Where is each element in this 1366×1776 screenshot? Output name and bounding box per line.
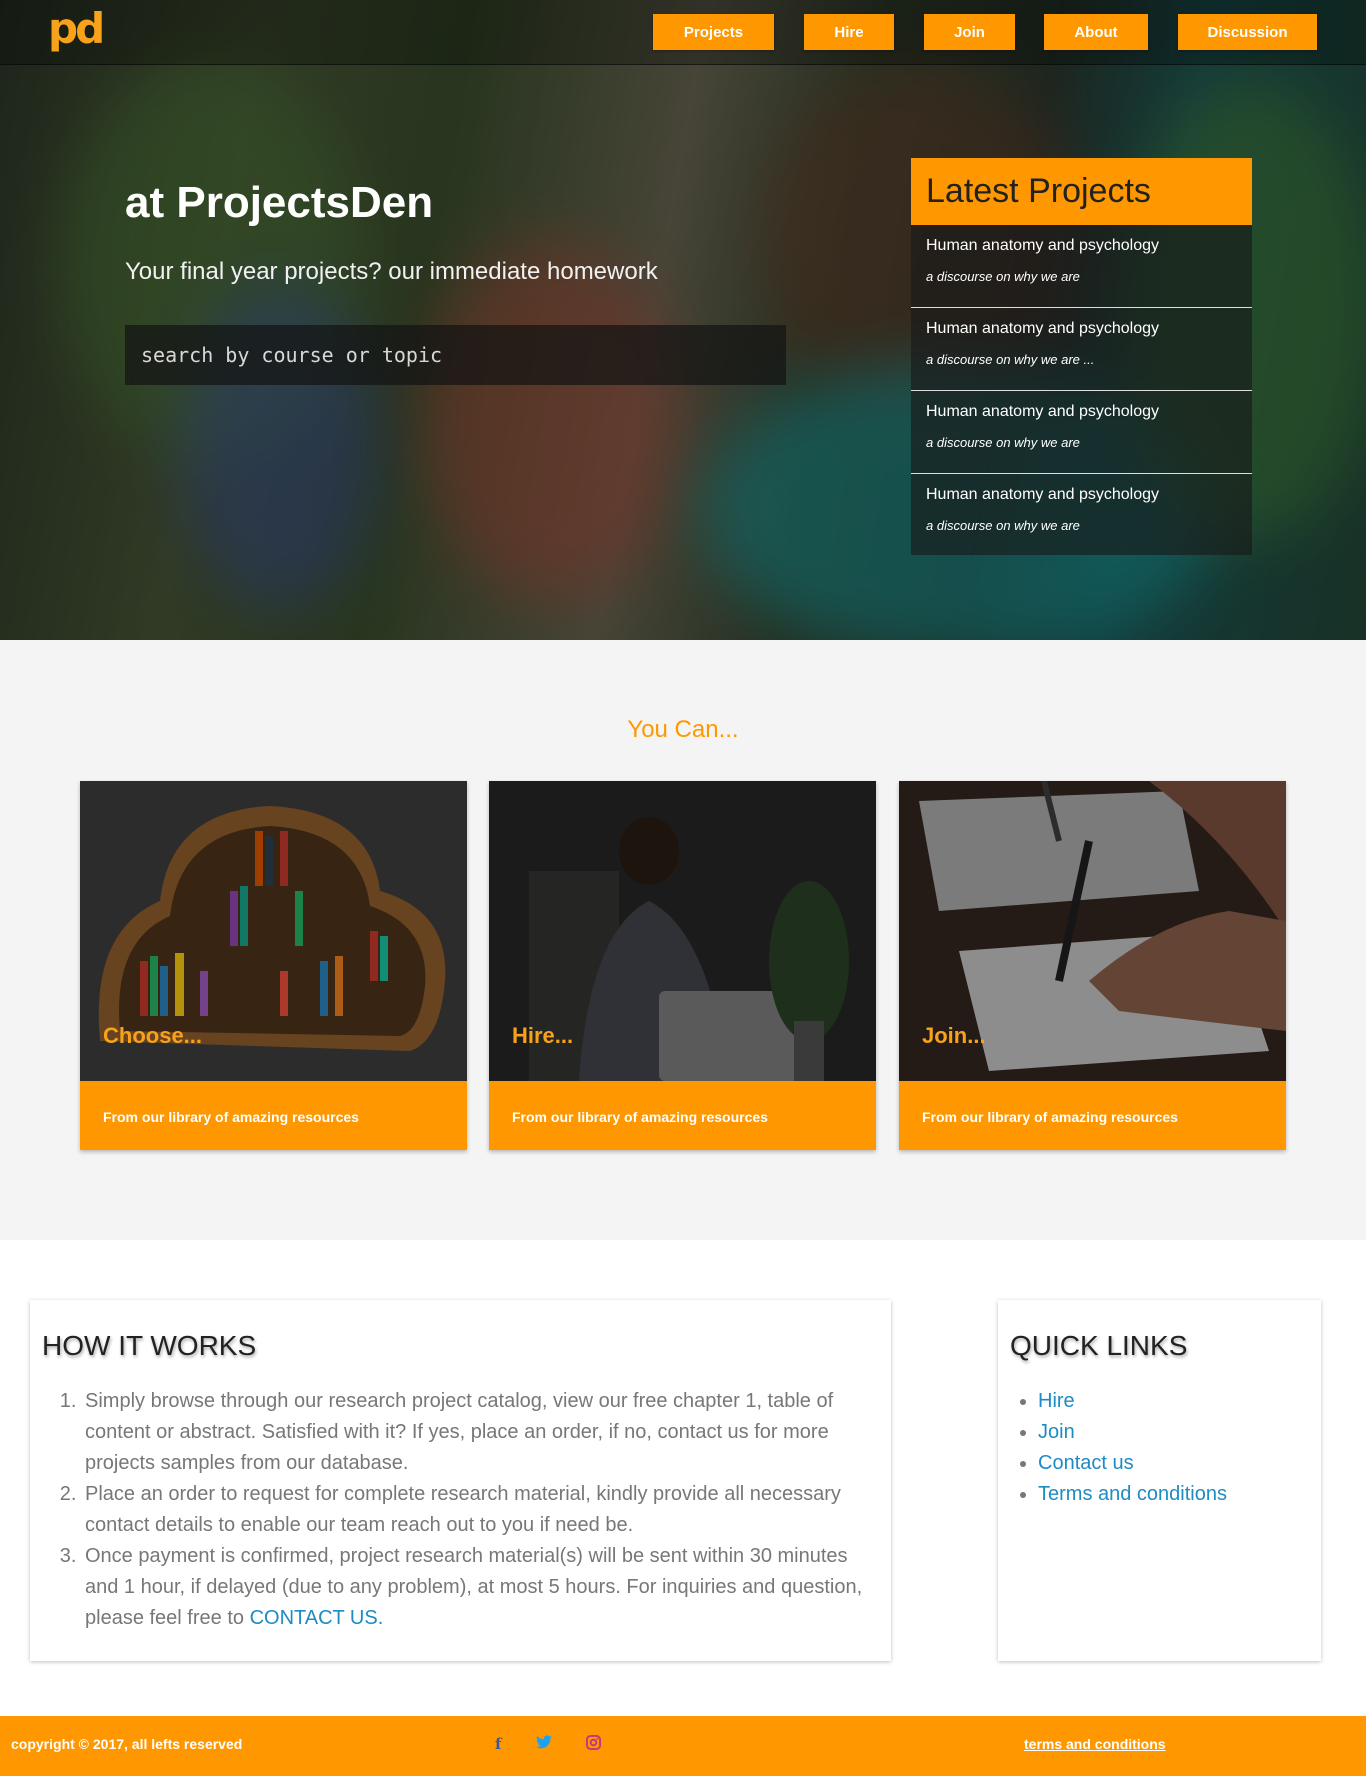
quick-links-list: Hire Join Contact us Terms and condition… bbox=[1010, 1386, 1309, 1510]
step-item: Simply browse through our research proje… bbox=[82, 1386, 879, 1479]
you-can-heading: You Can... bbox=[627, 716, 739, 743]
project-description: a discourse on why we are bbox=[926, 518, 1080, 533]
quick-link-item: Join bbox=[1038, 1417, 1309, 1448]
nav-join-button[interactable]: Join bbox=[924, 14, 1015, 50]
card-label: Choose... bbox=[103, 1023, 203, 1048]
site-logo[interactable]: pd bbox=[48, 6, 105, 52]
nav-projects-button[interactable]: Projects bbox=[653, 14, 774, 50]
twitter-icon[interactable] bbox=[536, 1735, 552, 1753]
quick-link-hire[interactable]: Hire bbox=[1038, 1390, 1075, 1412]
card-label: Hire... bbox=[512, 1023, 574, 1048]
project-title: Human anatomy and psychology bbox=[926, 403, 1160, 420]
contact-us-link[interactable]: CONTACT US. bbox=[250, 1607, 384, 1629]
quick-link-item: Hire bbox=[1038, 1386, 1309, 1417]
quick-link-join[interactable]: Join bbox=[1038, 1421, 1075, 1443]
quick-links-heading: QUICK LINKS bbox=[1010, 1330, 1188, 1361]
nav-about-button[interactable]: About bbox=[1044, 14, 1148, 50]
project-description: a discourse on why we are ... bbox=[926, 352, 1095, 367]
latest-project-item[interactable]: Human anatomy and psychology a discourse… bbox=[911, 474, 1252, 557]
feature-card-join[interactable]: Join... From our library of amazing reso… bbox=[899, 781, 1286, 1150]
project-title: Human anatomy and psychology bbox=[926, 237, 1160, 254]
nav-hire-button[interactable]: Hire bbox=[804, 14, 894, 50]
quick-link-item: Terms and conditions bbox=[1038, 1479, 1309, 1510]
quick-link-contact[interactable]: Contact us bbox=[1038, 1452, 1134, 1474]
copyright-text: copyright © 2017, all lefts reserved bbox=[11, 1736, 243, 1752]
latest-project-item[interactable]: Human anatomy and psychology a discourse… bbox=[911, 391, 1252, 474]
top-navbar: pd Projects Hire Join About Discussion bbox=[0, 0, 1366, 65]
card-footer-text: From our library of amazing resources bbox=[512, 1109, 768, 1125]
how-it-works-heading: HOW IT WORKS bbox=[42, 1330, 257, 1361]
nav-discussion-button[interactable]: Discussion bbox=[1178, 14, 1317, 50]
instagram-icon[interactable] bbox=[586, 1735, 601, 1754]
how-it-works-panel: HOW IT WORKS Simply browse through our r… bbox=[30, 1300, 891, 1661]
hero-section: pd Projects Hire Join About Discussion a… bbox=[0, 0, 1366, 640]
hero-title: at ProjectsDen bbox=[125, 178, 434, 227]
step-item: Once payment is confirmed, project resea… bbox=[82, 1541, 879, 1634]
card-footer-text: From our library of amazing resources bbox=[922, 1109, 1178, 1125]
site-footer: copyright © 2017, all lefts reserved f t… bbox=[0, 1716, 1366, 1776]
card-label: Join... bbox=[922, 1023, 986, 1048]
search-input[interactable] bbox=[125, 325, 786, 385]
project-description: a discourse on why we are bbox=[926, 435, 1080, 450]
project-title: Human anatomy and psychology bbox=[926, 320, 1160, 337]
latest-projects-heading: Latest Projects bbox=[911, 158, 1252, 225]
quick-link-terms[interactable]: Terms and conditions bbox=[1038, 1483, 1227, 1505]
feature-card-choose[interactable]: Choose... From our library of amazing re… bbox=[80, 781, 467, 1150]
card-footer-text: From our library of amazing resources bbox=[103, 1109, 359, 1125]
project-title: Human anatomy and psychology bbox=[926, 486, 1160, 503]
quick-links-panel: QUICK LINKS Hire Join Contact us Terms a… bbox=[998, 1300, 1321, 1661]
quick-link-item: Contact us bbox=[1038, 1448, 1309, 1479]
facebook-icon[interactable]: f bbox=[495, 1735, 501, 1753]
hero-subtitle: Your final year projects? our immediate … bbox=[125, 258, 658, 285]
footer-terms-link[interactable]: terms and conditions bbox=[1024, 1736, 1166, 1752]
you-can-section: You Can... Choose... From our library of… bbox=[0, 640, 1366, 1240]
step-text: Once payment is confirmed, project resea… bbox=[85, 1545, 863, 1629]
feature-card-hire[interactable]: Hire... From our library of amazing reso… bbox=[489, 781, 876, 1150]
latest-project-item[interactable]: Human anatomy and psychology a discourse… bbox=[911, 225, 1252, 308]
step-item: Place an order to request for complete r… bbox=[82, 1479, 879, 1541]
latest-projects-panel: Latest Projects Human anatomy and psycho… bbox=[911, 158, 1252, 555]
latest-project-item[interactable]: Human anatomy and psychology a discourse… bbox=[911, 308, 1252, 391]
how-it-works-steps: Simply browse through our research proje… bbox=[42, 1386, 879, 1634]
project-description: a discourse on why we are bbox=[926, 269, 1080, 284]
